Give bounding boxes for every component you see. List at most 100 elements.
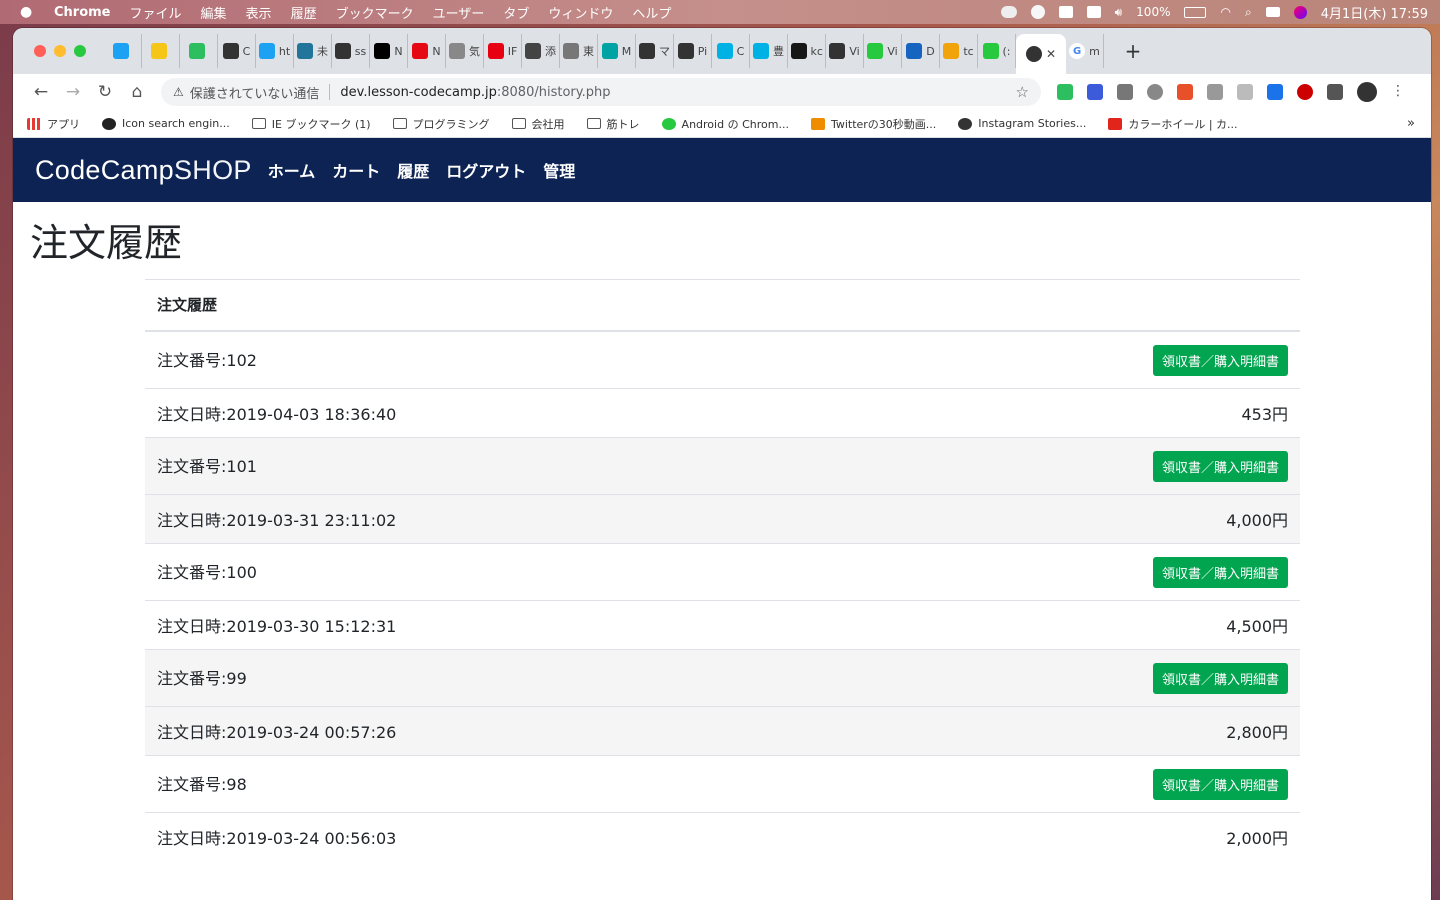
bookmark-folder-work[interactable]: 会社用 — [511, 116, 565, 132]
extension-icon[interactable] — [1117, 84, 1133, 100]
menu-bookmarks[interactable]: ブックマーク — [336, 3, 414, 22]
tab-active[interactable]: ✕ — [1016, 34, 1066, 74]
tab-10[interactable]: IF — [484, 34, 522, 68]
tab-20[interactable]: Vi — [864, 34, 902, 68]
nav-admin-link[interactable]: 管理 — [543, 158, 575, 182]
close-tab-icon[interactable]: ✕ — [1046, 47, 1056, 61]
bookmark-instagram-stories[interactable]: Instagram Stories... — [958, 117, 1086, 130]
tab-17[interactable]: 豊 — [750, 34, 788, 68]
apps-grid-icon — [27, 117, 41, 130]
back-button[interactable]: ← — [25, 82, 57, 102]
extensions-puzzle-icon[interactable] — [1327, 84, 1343, 100]
tab-4[interactable]: ht — [256, 34, 294, 68]
menu-window[interactable]: ウィンドウ — [548, 3, 613, 22]
bookmark-twitter-video[interactable]: Twitterの30秒動画... — [810, 116, 936, 132]
adblock-extension-icon[interactable] — [1297, 84, 1313, 100]
control-center-icon[interactable] — [1265, 7, 1280, 17]
menu-history[interactable]: 履歴 — [291, 3, 317, 22]
tab-0[interactable] — [104, 34, 142, 68]
new-tab-button[interactable]: + — [1118, 39, 1148, 63]
home-button[interactable]: ⌂ — [121, 82, 153, 102]
fa-extension-icon[interactable] — [1237, 84, 1253, 100]
tab-22[interactable]: tc — [940, 34, 978, 68]
receipt-button[interactable]: 領収書／購入明細書 — [1152, 663, 1288, 694]
receipt-button[interactable]: 領収書／購入明細書 — [1152, 769, 1288, 800]
warning-icon[interactable]: ⚠ — [173, 85, 184, 99]
dropbox-icon[interactable] — [1058, 6, 1073, 18]
receipt-button[interactable]: 領収書／購入明細書 — [1152, 345, 1288, 376]
menubar-clock[interactable]: 4月1日(木) 17:59 — [1321, 3, 1428, 22]
tab-1[interactable] — [142, 34, 180, 68]
nav-cart-link[interactable]: カート — [332, 158, 380, 182]
wifi-icon[interactable]: ◠ — [1220, 5, 1230, 19]
volume-icon[interactable]: 🔊︎ — [1115, 5, 1123, 20]
spotlight-icon[interactable]: ⌕ — [1245, 5, 1252, 20]
line-extension-icon[interactable] — [1147, 84, 1163, 100]
tab-title: N — [432, 44, 441, 58]
tab-3[interactable]: C — [218, 34, 256, 68]
receipt-button[interactable]: 領収書／購入明細書 — [1152, 557, 1288, 588]
bookmark-star-icon[interactable]: ☆ — [1016, 83, 1029, 101]
bookmark-folder-programming[interactable]: プログラミング — [392, 116, 490, 132]
profile-avatar[interactable] — [1357, 82, 1377, 102]
siri-icon[interactable] — [1293, 5, 1307, 19]
tab-21[interactable]: D — [902, 34, 940, 68]
bookmark-folder-ie[interactable]: IE ブックマーク (1) — [251, 116, 371, 132]
tab-title: m — [1089, 44, 1100, 58]
forward-button[interactable]: → — [57, 82, 89, 102]
input-method-icon[interactable] — [1086, 6, 1101, 18]
va-extension-icon[interactable] — [1177, 84, 1193, 100]
nav-home-link[interactable]: ホーム — [268, 158, 316, 182]
menu-app-name[interactable]: Chrome — [54, 5, 111, 20]
bookmark-label: プログラミング — [412, 117, 490, 131]
battery-icon[interactable] — [1184, 6, 1207, 18]
menu-file[interactable]: ファイル — [130, 3, 182, 22]
tab-13[interactable]: M — [598, 34, 636, 68]
menu-edit[interactable]: 編集 — [201, 3, 227, 22]
receipt-button[interactable]: 領収書／購入明細書 — [1152, 451, 1288, 482]
nav-history-link[interactable]: 履歴 — [397, 158, 429, 182]
menu-users[interactable]: ユーザー — [433, 3, 485, 22]
tab-google[interactable]: G m — [1066, 34, 1104, 68]
address-bar[interactable]: ⚠ 保護されていない通信 dev.lesson-codecamp.jp :808… — [161, 78, 1041, 106]
menu-help[interactable]: ヘルプ — [632, 3, 671, 22]
tab-11[interactable]: 添 — [522, 34, 560, 68]
tab-15[interactable]: Pi — [674, 34, 712, 68]
security-label[interactable]: 保護されていない通信 — [190, 83, 320, 102]
tab-5[interactable]: 未 — [294, 34, 332, 68]
evernote-extension-icon[interactable] — [1057, 84, 1073, 100]
tab-8[interactable]: N — [408, 34, 446, 68]
bookmark-color-wheel[interactable]: カラーホイール | カ... — [1108, 116, 1238, 132]
tab-6[interactable]: ss — [332, 34, 370, 68]
app-status-icon[interactable] — [1030, 5, 1045, 19]
tab-16[interactable]: C — [712, 34, 750, 68]
bookmarks-overflow-button[interactable]: » — [1407, 116, 1415, 131]
download-extension-icon[interactable] — [1267, 84, 1283, 100]
tab-9[interactable]: 気 — [446, 34, 484, 68]
apple-icon[interactable]: ● — [20, 4, 40, 20]
icloud-icon[interactable] — [1000, 6, 1017, 18]
zoom-window-button[interactable] — [74, 45, 86, 57]
bookmark-icon-search[interactable]: Icon search engin... — [102, 117, 230, 130]
bookmark-android-chrome[interactable]: Android の Chrom... — [661, 116, 789, 132]
tab-14[interactable]: マ — [636, 34, 674, 68]
order-number: 注文番号:100 — [145, 543, 866, 601]
bookmark-apps[interactable]: アプリ — [27, 116, 80, 132]
tab-12[interactable]: 東 — [560, 34, 598, 68]
chat-extension-icon[interactable] — [1087, 84, 1103, 100]
menu-view[interactable]: 表示 — [246, 3, 272, 22]
bookmark-folder-training[interactable]: 筋トレ — [586, 116, 640, 132]
chrome-menu-icon[interactable]: ⋮ — [1391, 84, 1405, 100]
tab-23[interactable]: (: — [978, 34, 1016, 68]
nav-logout-link[interactable]: ログアウト — [446, 158, 526, 182]
reload-button[interactable]: ↻ — [89, 82, 121, 102]
close-window-button[interactable] — [34, 45, 46, 57]
tab-19[interactable]: Vi — [826, 34, 864, 68]
site-logo[interactable]: CodeCampSHOP — [35, 155, 252, 186]
tab-18[interactable]: kc — [788, 34, 826, 68]
tab-7[interactable]: N — [370, 34, 408, 68]
minimize-window-button[interactable] — [54, 45, 66, 57]
menu-tab[interactable]: タブ — [503, 3, 529, 22]
tab-2[interactable] — [180, 34, 218, 68]
camera-extension-icon[interactable] — [1207, 84, 1223, 100]
